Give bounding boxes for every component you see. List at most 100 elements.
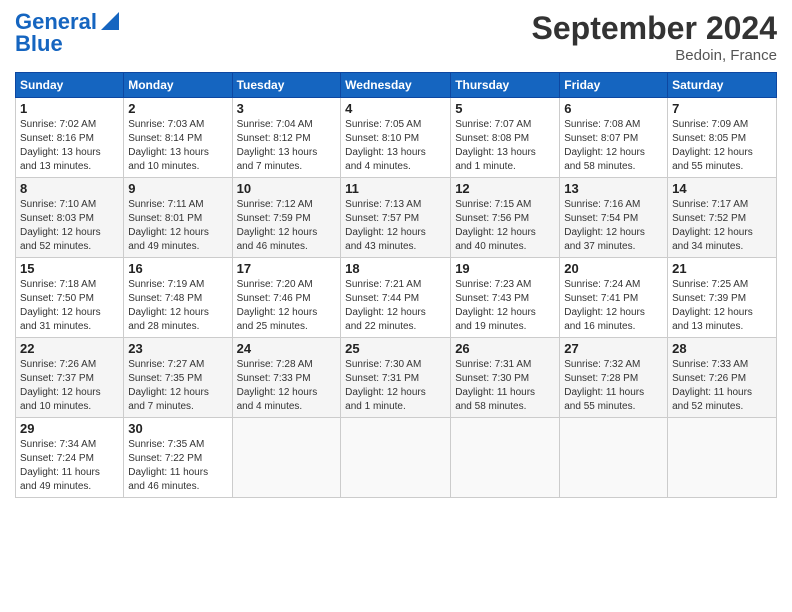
day-number: 21 <box>672 261 772 276</box>
day-cell: 23 Sunrise: 7:27 AM Sunset: 7:35 PM Dayli… <box>124 338 232 418</box>
day-info: Sunrise: 7:07 AM Sunset: 8:08 PM Dayligh… <box>455 118 555 174</box>
logo-text2: Blue <box>15 32 63 56</box>
day-number: 1 <box>20 101 119 116</box>
day-info: Sunrise: 7:23 AM Sunset: 7:43 PM Dayligh… <box>455 278 555 334</box>
day-cell: 22Sunrise: 7:26 AM Sunset: 7:37 PM Dayli… <box>16 338 124 418</box>
day-cell: 8 Sunrise: 7:10 AM Sunset: 8:03 PM Daylig… <box>16 178 124 258</box>
day-info: Sunrise: 7:18 AM Sunset: 7:50 PM Dayligh… <box>20 278 119 334</box>
day-number: 24 <box>237 341 337 356</box>
day-cell: 19 Sunrise: 7:23 AM Sunset: 7:43 PM Dayli… <box>451 258 560 338</box>
weekday-header-sunday: Sunday <box>16 73 124 98</box>
day-cell: 30 Sunrise: 7:35 AM Sunset: 7:22 PM Dayli… <box>124 418 232 498</box>
day-cell <box>232 418 341 498</box>
day-info: Sunrise: 7:26 AM Sunset: 7:37 PM Dayligh… <box>20 358 119 414</box>
day-number: 8 <box>20 181 119 196</box>
day-cell: 13Sunrise: 7:16 AM Sunset: 7:54 PM Dayli… <box>560 178 668 258</box>
day-cell: 26Sunrise: 7:31 AM Sunset: 7:30 PM Dayli… <box>451 338 560 418</box>
day-cell: 17 Sunrise: 7:20 AM Sunset: 7:46 PM Dayli… <box>232 258 341 338</box>
day-cell: 4Sunrise: 7:05 AM Sunset: 8:10 PM Daylig… <box>341 98 451 178</box>
day-number: 11 <box>345 181 446 196</box>
day-number: 19 <box>455 261 555 276</box>
weekday-header-row: SundayMondayTuesdayWednesdayThursdayFrid… <box>16 73 777 98</box>
day-cell: 25 Sunrise: 7:30 AM Sunset: 7:31 PM Dayli… <box>341 338 451 418</box>
day-info: Sunrise: 7:04 AM Sunset: 8:12 PM Dayligh… <box>237 118 337 174</box>
day-cell: 5 Sunrise: 7:07 AM Sunset: 8:08 PM Daylig… <box>451 98 560 178</box>
day-cell: 3 Sunrise: 7:04 AM Sunset: 8:12 PM Daylig… <box>232 98 341 178</box>
day-number: 9 <box>128 181 227 196</box>
day-number: 14 <box>672 181 772 196</box>
day-cell <box>560 418 668 498</box>
day-cell: 11Sunrise: 7:13 AM Sunset: 7:57 PM Dayli… <box>341 178 451 258</box>
day-info: Sunrise: 7:02 AM Sunset: 8:16 PM Dayligh… <box>20 118 119 174</box>
weekday-header-tuesday: Tuesday <box>232 73 341 98</box>
day-info: Sunrise: 7:33 AM Sunset: 7:26 PM Dayligh… <box>672 358 772 414</box>
day-info: Sunrise: 7:09 AM Sunset: 8:05 PM Dayligh… <box>672 118 772 174</box>
day-info: Sunrise: 7:11 AM Sunset: 8:01 PM Dayligh… <box>128 198 227 254</box>
day-info: Sunrise: 7:21 AM Sunset: 7:44 PM Dayligh… <box>345 278 446 334</box>
day-cell: 16 Sunrise: 7:19 AM Sunset: 7:48 PM Dayli… <box>124 258 232 338</box>
week-row-4: 22Sunrise: 7:26 AM Sunset: 7:37 PM Dayli… <box>16 338 777 418</box>
weekday-header-monday: Monday <box>124 73 232 98</box>
weekday-header-thursday: Thursday <box>451 73 560 98</box>
day-cell <box>668 418 777 498</box>
day-number: 28 <box>672 341 772 356</box>
month-title: September 2024 <box>532 10 777 47</box>
day-info: Sunrise: 7:12 AM Sunset: 7:59 PM Dayligh… <box>237 198 337 254</box>
day-number: 17 <box>237 261 337 276</box>
day-info: Sunrise: 7:30 AM Sunset: 7:31 PM Dayligh… <box>345 358 446 414</box>
day-cell: 28 Sunrise: 7:33 AM Sunset: 7:26 PM Dayli… <box>668 338 777 418</box>
day-cell: 7 Sunrise: 7:09 AM Sunset: 8:05 PM Daylig… <box>668 98 777 178</box>
day-number: 25 <box>345 341 446 356</box>
day-cell: 20Sunrise: 7:24 AM Sunset: 7:41 PM Dayli… <box>560 258 668 338</box>
weekday-header-wednesday: Wednesday <box>341 73 451 98</box>
day-info: Sunrise: 7:15 AM Sunset: 7:56 PM Dayligh… <box>455 198 555 254</box>
day-number: 27 <box>564 341 663 356</box>
day-cell: 27 Sunrise: 7:32 AM Sunset: 7:28 PM Dayli… <box>560 338 668 418</box>
day-number: 6 <box>564 101 663 116</box>
day-info: Sunrise: 7:10 AM Sunset: 8:03 PM Dayligh… <box>20 198 119 254</box>
day-cell: 29 Sunrise: 7:34 AM Sunset: 7:24 PM Dayli… <box>16 418 124 498</box>
day-number: 30 <box>128 421 227 436</box>
day-info: Sunrise: 7:17 AM Sunset: 7:52 PM Dayligh… <box>672 198 772 254</box>
day-info: Sunrise: 7:35 AM Sunset: 7:22 PM Dayligh… <box>128 438 227 494</box>
week-row-5: 29 Sunrise: 7:34 AM Sunset: 7:24 PM Dayli… <box>16 418 777 498</box>
week-row-2: 8 Sunrise: 7:10 AM Sunset: 8:03 PM Daylig… <box>16 178 777 258</box>
day-cell: 9 Sunrise: 7:11 AM Sunset: 8:01 PM Daylig… <box>124 178 232 258</box>
day-info: Sunrise: 7:27 AM Sunset: 7:35 PM Dayligh… <box>128 358 227 414</box>
day-info: Sunrise: 7:25 AM Sunset: 7:39 PM Dayligh… <box>672 278 772 334</box>
day-cell: 6 Sunrise: 7:08 AM Sunset: 8:07 PM Daylig… <box>560 98 668 178</box>
day-cell: 21 Sunrise: 7:25 AM Sunset: 7:39 PM Dayli… <box>668 258 777 338</box>
day-cell <box>341 418 451 498</box>
day-number: 29 <box>20 421 119 436</box>
day-info: Sunrise: 7:20 AM Sunset: 7:46 PM Dayligh… <box>237 278 337 334</box>
day-cell: 10 Sunrise: 7:12 AM Sunset: 7:59 PM Dayli… <box>232 178 341 258</box>
day-info: Sunrise: 7:19 AM Sunset: 7:48 PM Dayligh… <box>128 278 227 334</box>
day-number: 5 <box>455 101 555 116</box>
day-number: 23 <box>128 341 227 356</box>
logo: General Blue <box>15 10 121 56</box>
day-cell: 12 Sunrise: 7:15 AM Sunset: 7:56 PM Dayli… <box>451 178 560 258</box>
day-info: Sunrise: 7:31 AM Sunset: 7:30 PM Dayligh… <box>455 358 555 414</box>
day-info: Sunrise: 7:34 AM Sunset: 7:24 PM Dayligh… <box>20 438 119 494</box>
week-row-3: 15Sunrise: 7:18 AM Sunset: 7:50 PM Dayli… <box>16 258 777 338</box>
day-number: 3 <box>237 101 337 116</box>
weekday-header-saturday: Saturday <box>668 73 777 98</box>
day-cell: 2Sunrise: 7:03 AM Sunset: 8:14 PM Daylig… <box>124 98 232 178</box>
day-info: Sunrise: 7:03 AM Sunset: 8:14 PM Dayligh… <box>128 118 227 174</box>
day-info: Sunrise: 7:32 AM Sunset: 7:28 PM Dayligh… <box>564 358 663 414</box>
day-cell <box>451 418 560 498</box>
location: Bedoin, France <box>532 47 777 64</box>
day-number: 10 <box>237 181 337 196</box>
day-info: Sunrise: 7:08 AM Sunset: 8:07 PM Dayligh… <box>564 118 663 174</box>
day-info: Sunrise: 7:28 AM Sunset: 7:33 PM Dayligh… <box>237 358 337 414</box>
day-info: Sunrise: 7:05 AM Sunset: 8:10 PM Dayligh… <box>345 118 446 174</box>
day-number: 20 <box>564 261 663 276</box>
day-number: 7 <box>672 101 772 116</box>
header: General Blue September 2024 Bedoin, Fran… <box>15 10 777 64</box>
day-number: 12 <box>455 181 555 196</box>
day-number: 16 <box>128 261 227 276</box>
title-block: September 2024 Bedoin, France <box>532 10 777 64</box>
day-cell: 24 Sunrise: 7:28 AM Sunset: 7:33 PM Dayli… <box>232 338 341 418</box>
day-number: 18 <box>345 261 446 276</box>
page: General Blue September 2024 Bedoin, Fran… <box>0 0 792 612</box>
